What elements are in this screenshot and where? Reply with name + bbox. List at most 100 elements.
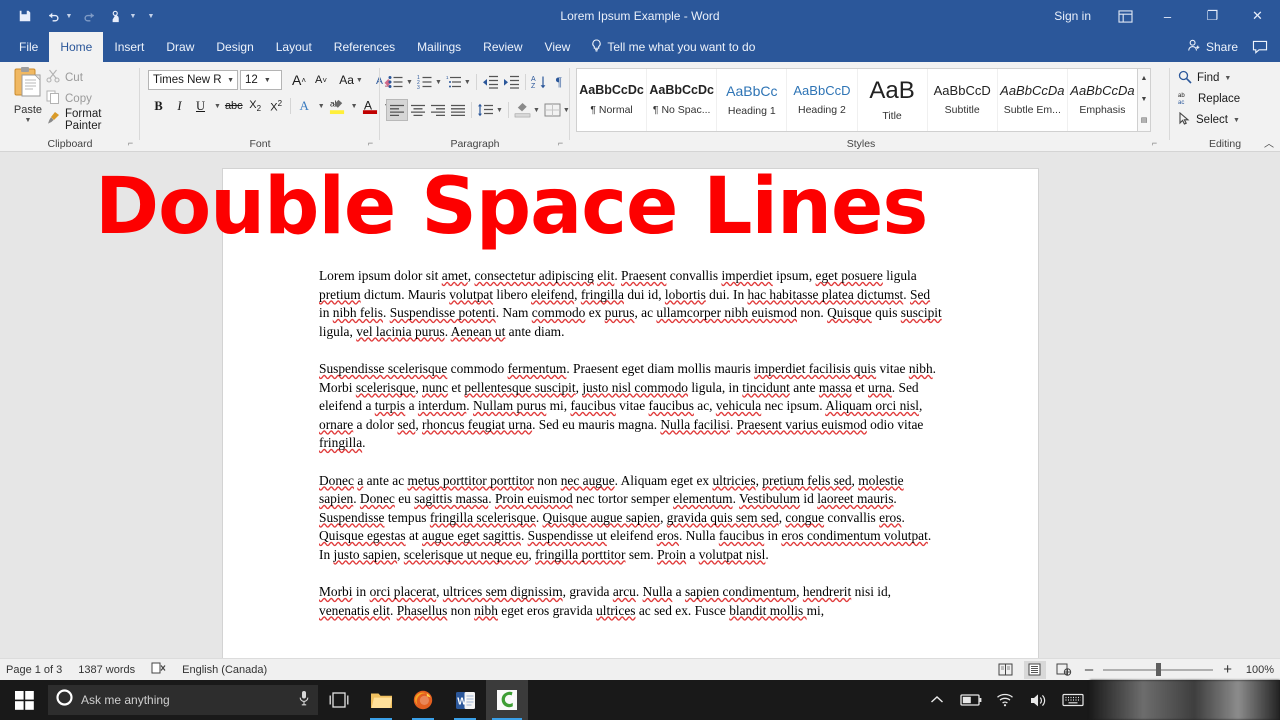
zoom-thumb[interactable] — [1156, 663, 1162, 676]
chevron-up-icon[interactable] — [920, 680, 954, 720]
copy-button[interactable]: Copy — [46, 89, 92, 108]
text-effects-button[interactable]: A — [294, 95, 315, 117]
style-heading-2[interactable]: AaBbCcD Heading 2 — [787, 69, 858, 131]
styles-dialog-launcher[interactable]: ⌐ — [1149, 138, 1160, 149]
zoom-out-button[interactable]: – — [1082, 661, 1096, 678]
search-input[interactable]: Ask me anything — [48, 685, 318, 715]
align-right-button[interactable] — [428, 99, 448, 121]
tab-draw[interactable]: Draw — [155, 32, 205, 62]
speaker-icon[interactable] — [1022, 680, 1056, 720]
clipboard-dialog-launcher[interactable]: ⌐ — [125, 138, 136, 149]
word-icon[interactable]: W — [444, 680, 486, 720]
strikethrough-button[interactable]: abc — [223, 95, 245, 117]
styles-scroll-down-icon[interactable]: ▼ — [1141, 90, 1148, 110]
italic-button[interactable]: I — [169, 95, 190, 117]
share-button[interactable]: Share — [1181, 39, 1244, 55]
subscript-button[interactable]: X2 — [245, 95, 266, 117]
zoom-level[interactable]: 100% — [1242, 664, 1274, 676]
multilevel-list-dropdown-icon[interactable]: ▼ — [464, 79, 471, 86]
numbering-dropdown-icon[interactable]: ▼ — [435, 79, 442, 86]
tab-file[interactable]: File — [8, 32, 49, 62]
decrease-indent-button[interactable] — [480, 71, 501, 93]
collapse-ribbon-icon[interactable]: ︿ — [1264, 135, 1274, 150]
styles-scroll-up-icon[interactable]: ▲ — [1141, 69, 1148, 89]
tab-insert[interactable]: Insert — [103, 32, 155, 62]
keyboard-icon[interactable] — [1056, 680, 1090, 720]
restore-button[interactable]: ❐ — [1190, 0, 1235, 32]
tab-view[interactable]: View — [534, 32, 582, 62]
shrink-font-button[interactable]: A ˅ — [310, 69, 332, 91]
font-name-dropdown-icon[interactable]: ▼ — [224, 77, 237, 84]
show-formatting-marks-button[interactable]: ¶ — [549, 71, 569, 93]
tab-references[interactable]: References — [323, 32, 406, 62]
document-canvas[interactable]: Lorem ipsum dolor sit amet, consectetur … — [0, 152, 1280, 658]
style-subtitle[interactable]: AaBbCcD Subtitle — [928, 69, 998, 131]
select-dropdown-icon[interactable]: ▼ — [1233, 117, 1240, 124]
zoom-in-button[interactable]: + — [1220, 661, 1235, 678]
styles-gallery-scroll[interactable]: ▲ ▼ ▤ — [1138, 68, 1151, 132]
replace-button[interactable]: ab ac Replace — [1178, 89, 1240, 109]
camtasia-icon[interactable] — [486, 680, 528, 720]
comments-icon[interactable] — [1252, 40, 1274, 54]
zoom-slider[interactable] — [1103, 661, 1214, 679]
text-effects-dropdown-icon[interactable]: ▼ — [315, 95, 327, 117]
page-indicator[interactable]: Page 1 of 3 — [6, 664, 62, 676]
style-emphasis[interactable]: AaBbCcDa Emphasis — [1068, 69, 1137, 131]
change-case-button[interactable]: Aa ▼ — [336, 69, 366, 91]
select-button[interactable]: Select ▼ — [1178, 110, 1240, 130]
align-left-button[interactable] — [386, 99, 408, 121]
font-size-dropdown-icon[interactable]: ▼ — [261, 77, 274, 84]
multilevel-list-button[interactable]: 1 — [444, 71, 464, 93]
language-indicator[interactable]: English (Canada) — [182, 664, 267, 676]
bold-button[interactable]: B — [148, 95, 169, 117]
paragraph-dialog-launcher[interactable]: ⌐ — [555, 138, 566, 149]
close-button[interactable]: ✕ — [1235, 0, 1280, 32]
bullets-button[interactable] — [386, 71, 406, 93]
justify-button[interactable] — [448, 99, 468, 121]
battery-icon[interactable] — [954, 680, 988, 720]
sort-button[interactable]: AZ — [529, 71, 549, 93]
line-and-paragraph-spacing-button[interactable] — [475, 99, 496, 121]
format-painter-button[interactable]: Format Painter — [46, 108, 140, 132]
find-dropdown-icon[interactable]: ▼ — [1224, 75, 1231, 82]
proofing-errors-icon[interactable] — [151, 662, 166, 677]
styles-more-icon[interactable]: ▤ — [1141, 111, 1148, 131]
print-layout-button[interactable] — [1023, 660, 1046, 679]
tab-mailings[interactable]: Mailings — [406, 32, 472, 62]
numbering-button[interactable]: 123 — [415, 71, 435, 93]
increase-indent-button[interactable] — [501, 71, 522, 93]
grow-font-button[interactable]: A ˄ — [288, 69, 310, 91]
tab-design[interactable]: Design — [205, 32, 264, 62]
font-color-button[interactable]: A — [360, 95, 381, 117]
shading-dropdown-icon[interactable]: ▼ — [533, 107, 540, 114]
style-subtle-emphasis[interactable]: AaBbCcDa Subtle Em... — [998, 69, 1068, 131]
paste-dropdown-icon[interactable]: ▼ — [6, 117, 50, 124]
borders-button[interactable] — [542, 99, 563, 121]
sign-in-button[interactable]: Sign in — [1040, 0, 1105, 32]
bullets-dropdown-icon[interactable]: ▼ — [406, 79, 413, 86]
cut-button[interactable]: Cut — [46, 68, 83, 87]
superscript-button[interactable]: X2 — [266, 95, 287, 117]
style-no-spacing[interactable]: AaBbCcDc ¶ No Spac... — [647, 69, 718, 131]
paste-button[interactable]: Paste ▼ — [6, 66, 50, 124]
style-title[interactable]: AaB Title — [858, 69, 928, 131]
file-explorer-icon[interactable] — [360, 680, 402, 720]
style-normal[interactable]: AaBbCcDc ¶ Normal — [577, 69, 648, 131]
highlight-color-dropdown-icon[interactable]: ▼ — [348, 95, 360, 117]
task-view-icon[interactable] — [318, 680, 360, 720]
style-heading-1[interactable]: AaBbCc Heading 1 — [717, 69, 788, 131]
read-mode-button[interactable] — [995, 661, 1017, 679]
document-body-text[interactable]: Lorem ipsum dolor sit amet, consectetur … — [319, 267, 943, 639]
shading-button[interactable] — [512, 99, 533, 121]
web-layout-button[interactable] — [1053, 661, 1075, 679]
line-spacing-dropdown-icon[interactable]: ▼ — [496, 107, 503, 114]
font-size-input[interactable]: 12 ▼ — [240, 70, 282, 90]
tell-me-search[interactable]: Tell me what you want to do — [591, 32, 755, 62]
text-highlight-color-button[interactable]: ab — [327, 95, 348, 117]
microphone-icon[interactable] — [298, 690, 310, 711]
ribbon-display-options-icon[interactable] — [1105, 0, 1145, 32]
find-button[interactable]: Find ▼ — [1178, 68, 1231, 88]
align-center-button[interactable] — [408, 99, 428, 121]
tab-layout[interactable]: Layout — [265, 32, 323, 62]
minimize-button[interactable]: – — [1145, 0, 1190, 32]
